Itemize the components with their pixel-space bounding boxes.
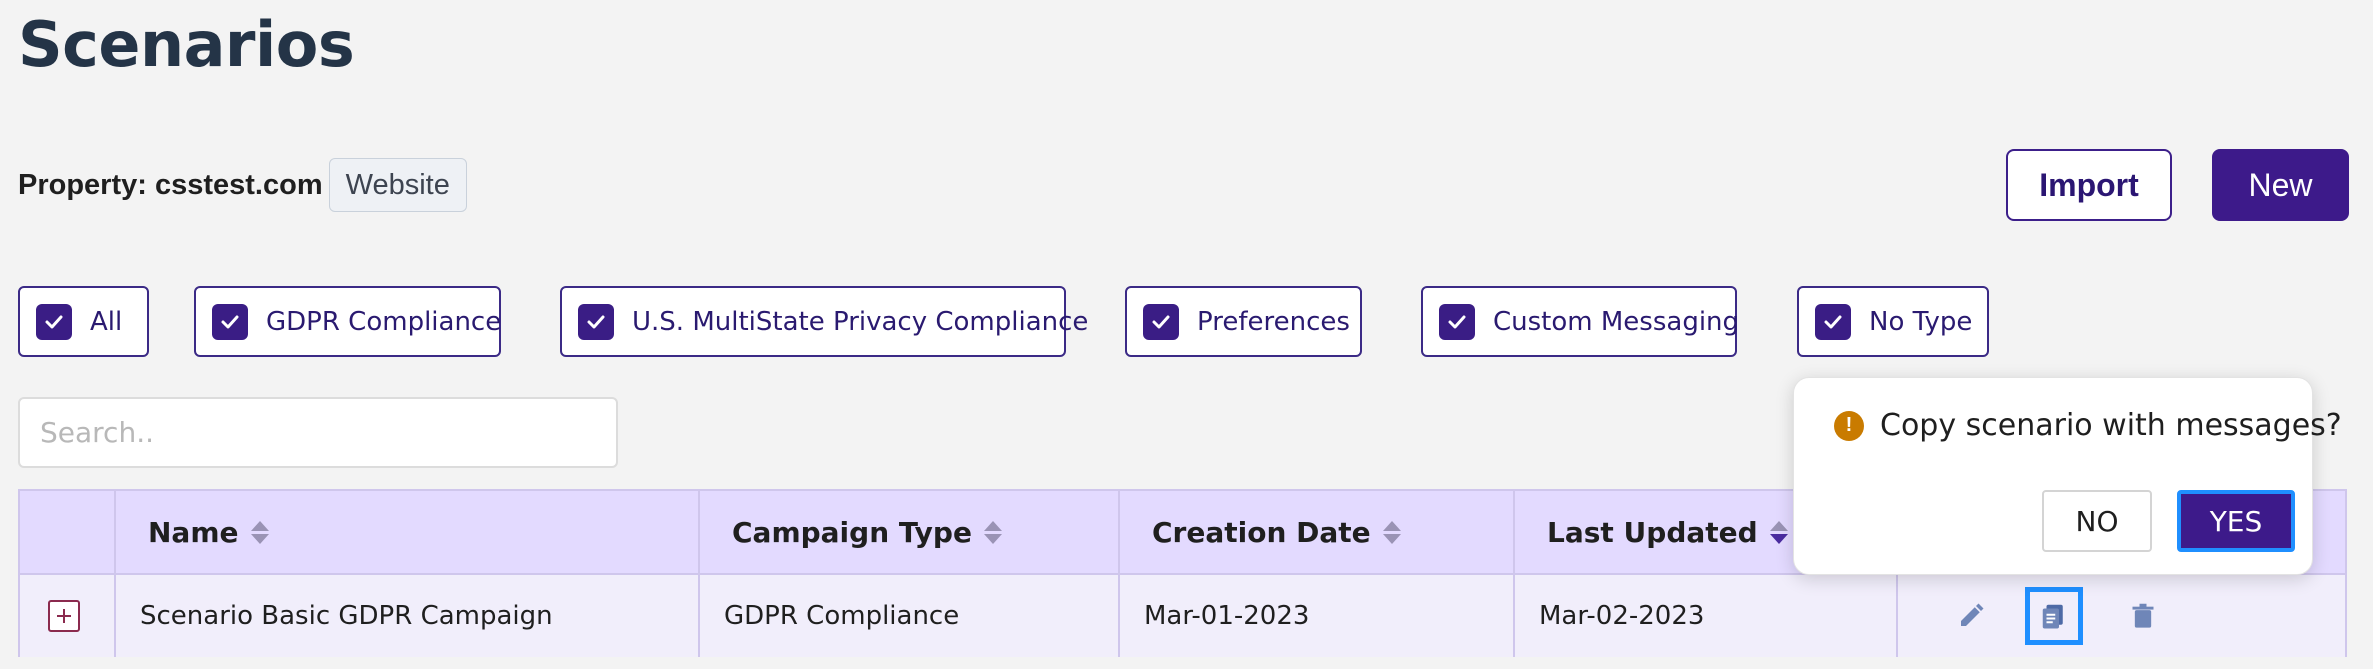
checkbox-checked-icon[interactable] — [212, 303, 248, 340]
column-header-creation-date[interactable]: Creation Date — [1120, 491, 1515, 573]
cell-name: Scenario Basic GDPR Campaign — [116, 575, 700, 657]
checkbox-checked-icon[interactable] — [1439, 303, 1475, 340]
filter-label: GDPR Compliance — [266, 306, 502, 337]
filter-all[interactable]: All — [18, 286, 149, 357]
filter-label: Custom Messaging — [1493, 306, 1740, 337]
property-type-chip: Website — [328, 158, 467, 212]
header-expand-cell — [20, 491, 116, 573]
checkbox-checked-icon[interactable] — [1143, 303, 1179, 340]
table-row: Scenario Basic GDPR Campaign GDPR Compli… — [20, 575, 2345, 657]
sort-icon[interactable] — [983, 520, 1002, 544]
filter-custom-messaging[interactable]: Custom Messaging — [1421, 286, 1740, 357]
property-label: Property: csstest.com — [18, 168, 323, 201]
filter-label: No Type — [1869, 306, 1973, 337]
filter-gdpr-compliance[interactable]: GDPR Compliance — [194, 286, 501, 357]
trash-icon[interactable] — [2120, 593, 2166, 639]
column-header-campaign-type[interactable]: Campaign Type — [700, 491, 1120, 573]
filter-us-multistate-privacy[interactable]: U.S. MultiState Privacy Compliance — [560, 286, 1088, 357]
campaign-type-filters: All GDPR Compliance U.S. MultiState Priv… — [0, 286, 2373, 358]
checkbox-checked-icon[interactable] — [578, 303, 614, 340]
checkbox-checked-icon[interactable] — [1815, 303, 1851, 340]
cell-campaign-type: GDPR Compliance — [700, 575, 1120, 657]
sort-icon[interactable] — [250, 520, 269, 544]
cell-creation-date: Mar-01-2023 — [1120, 575, 1515, 657]
sort-desc-icon[interactable] — [1769, 520, 1788, 544]
filter-label: All — [90, 306, 123, 337]
property-info: Property: csstest.com Website — [18, 158, 467, 212]
no-button[interactable]: NO — [2042, 490, 2152, 552]
popover-message-row: ! Copy scenario with messages? — [1834, 408, 2342, 443]
pencil-icon[interactable] — [1948, 593, 1994, 639]
yes-button[interactable]: YES — [2177, 490, 2295, 552]
cell-last-updated: Mar-02-2023 — [1515, 575, 1898, 657]
import-button[interactable]: Import — [2006, 149, 2172, 221]
popover-message: Copy scenario with messages? — [1880, 408, 2342, 443]
expand-plus-icon[interactable] — [48, 600, 80, 632]
checkbox-checked-icon[interactable] — [36, 303, 72, 340]
warning-icon: ! — [1834, 410, 1864, 441]
sort-icon[interactable] — [1382, 520, 1401, 544]
copy-confirm-popover: ! Copy scenario with messages? NO YES — [1793, 377, 2342, 575]
filter-no-type[interactable]: No Type — [1797, 286, 1989, 357]
column-header-name[interactable]: Name — [116, 491, 700, 573]
copy-icon[interactable] — [2025, 587, 2083, 645]
new-button[interactable]: New — [2212, 149, 2349, 221]
search-input[interactable] — [18, 397, 618, 468]
row-expand-cell — [20, 575, 116, 657]
cell-actions — [1898, 575, 2349, 657]
filter-label: U.S. MultiState Privacy Compliance — [632, 306, 1089, 337]
filter-label: Preferences — [1197, 306, 1350, 337]
page-title: Scenarios — [18, 8, 355, 81]
scenarios-page: Scenarios Property: csstest.com Website … — [0, 0, 2373, 669]
filter-preferences[interactable]: Preferences — [1125, 286, 1362, 357]
